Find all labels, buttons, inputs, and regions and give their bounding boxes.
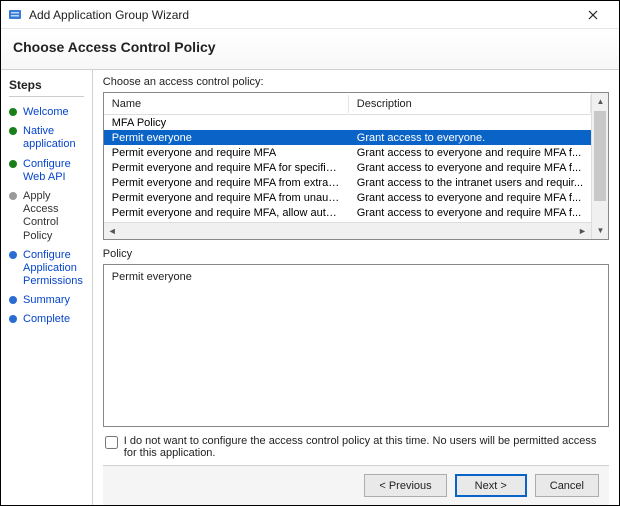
policy-row-description: Grant access to everyone and require MFA… — [349, 147, 591, 159]
previous-button[interactable]: < Previous — [364, 474, 446, 497]
page-title: Choose Access Control Policy — [13, 39, 607, 55]
step-label: Apply Access Control Policy — [23, 190, 84, 243]
policy-row-description: Grant access to everyone and require MFA… — [349, 162, 591, 174]
step-status-icon — [9, 296, 17, 304]
step-status-icon — [9, 108, 17, 116]
wizard-footer: < Previous Next > Cancel — [103, 465, 609, 505]
app-icon — [7, 7, 23, 23]
titlebar: Add Application Group Wizard — [1, 1, 619, 29]
policy-row[interactable]: Permit everyoneGrant access to everyone. — [104, 130, 591, 145]
policy-row-name: Permit everyone and require MFA from una… — [104, 192, 349, 204]
content-pane: Choose an access control policy: Name De… — [93, 70, 619, 505]
column-description[interactable]: Description — [349, 95, 591, 113]
close-button[interactable] — [573, 1, 613, 29]
policy-row-name: Permit everyone — [104, 132, 349, 144]
step-label: Configure Web API — [23, 158, 84, 184]
policy-row[interactable]: Permit everyone and require MFA for spec… — [104, 160, 591, 175]
column-name[interactable]: Name — [104, 95, 349, 113]
policy-detail-label: Policy — [103, 248, 609, 260]
vertical-scrollbar[interactable]: ▲ ▼ — [591, 93, 608, 239]
step-item[interactable]: Configure Application Permissions — [5, 246, 88, 292]
window-title: Add Application Group Wizard — [29, 8, 189, 22]
step-status-icon — [9, 251, 17, 259]
policy-row-description: Grant access to the intranet users and r… — [349, 177, 591, 189]
scroll-up-icon[interactable]: ▲ — [592, 93, 609, 110]
steps-heading: Steps — [9, 78, 84, 97]
policy-row[interactable]: Permit everyone and require MFA from ext… — [104, 175, 591, 190]
step-label: Configure Application Permissions — [23, 249, 84, 289]
policy-row[interactable]: Permit everyone and require MFAGrant acc… — [104, 145, 591, 160]
step-label: Welcome — [23, 106, 69, 119]
step-item[interactable]: Summary — [5, 291, 88, 310]
policy-detail-box: Permit everyone — [103, 264, 609, 427]
next-button[interactable]: Next > — [455, 474, 527, 497]
policy-row-name: Permit everyone and require MFA from ext… — [104, 177, 349, 189]
policy-row[interactable]: Permit everyone and require MFA, allow a… — [104, 205, 591, 220]
opt-out-row[interactable]: I do not want to configure the access co… — [103, 435, 609, 459]
step-item[interactable]: Welcome — [5, 103, 88, 122]
policy-row-name: Permit everyone and require MFA — [104, 147, 349, 159]
step-item[interactable]: Native application — [5, 122, 88, 154]
step-label: Complete — [23, 313, 70, 326]
scroll-thumb[interactable] — [594, 111, 606, 201]
policy-list-prompt: Choose an access control policy: — [103, 76, 609, 88]
policy-row[interactable]: MFA Policy — [104, 115, 591, 130]
policy-row[interactable]: Permit everyone and require MFA from una… — [104, 190, 591, 205]
step-label: Summary — [23, 294, 70, 307]
policy-list-header: Name Description — [104, 93, 591, 115]
policy-row-name: Permit everyone and require MFA, allow a… — [104, 207, 349, 219]
horizontal-scrollbar[interactable]: ◄ ► — [104, 222, 591, 239]
step-status-icon — [9, 192, 17, 200]
wizard-header: Choose Access Control Policy — [1, 29, 619, 70]
policy-list[interactable]: Name Description MFA PolicyPermit everyo… — [103, 92, 609, 240]
step-label: Native application — [23, 125, 84, 151]
policy-detail-text: Permit everyone — [112, 271, 192, 283]
steps-pane: Steps Welcome Native application Configure… — [1, 70, 93, 505]
scroll-down-icon[interactable]: ▼ — [592, 222, 609, 239]
step-status-icon — [9, 127, 17, 135]
policy-row-name: Permit everyone and require MFA for spec… — [104, 162, 349, 174]
opt-out-label: I do not want to configure the access co… — [124, 435, 609, 459]
scroll-right-icon[interactable]: ► — [574, 223, 591, 240]
scroll-left-icon[interactable]: ◄ — [104, 223, 121, 240]
cancel-button[interactable]: Cancel — [535, 474, 599, 497]
step-item[interactable]: Configure Web API — [5, 155, 88, 187]
policy-row-description: Grant access to everyone and require MFA… — [349, 207, 591, 219]
policy-row-description: Grant access to everyone. — [349, 132, 591, 144]
wizard-body: Steps Welcome Native application Configure… — [1, 70, 619, 505]
opt-out-checkbox[interactable] — [105, 436, 118, 449]
policy-row-description: Grant access to everyone and require MFA… — [349, 192, 591, 204]
step-status-icon — [9, 160, 17, 168]
step-item[interactable]: Complete — [5, 310, 88, 329]
step-item: Apply Access Control Policy — [5, 187, 88, 246]
wizard-window: Add Application Group Wizard Choose Acce… — [0, 0, 620, 506]
policy-row-name: MFA Policy — [104, 117, 349, 129]
step-status-icon — [9, 315, 17, 323]
scroll-track[interactable] — [121, 223, 574, 240]
